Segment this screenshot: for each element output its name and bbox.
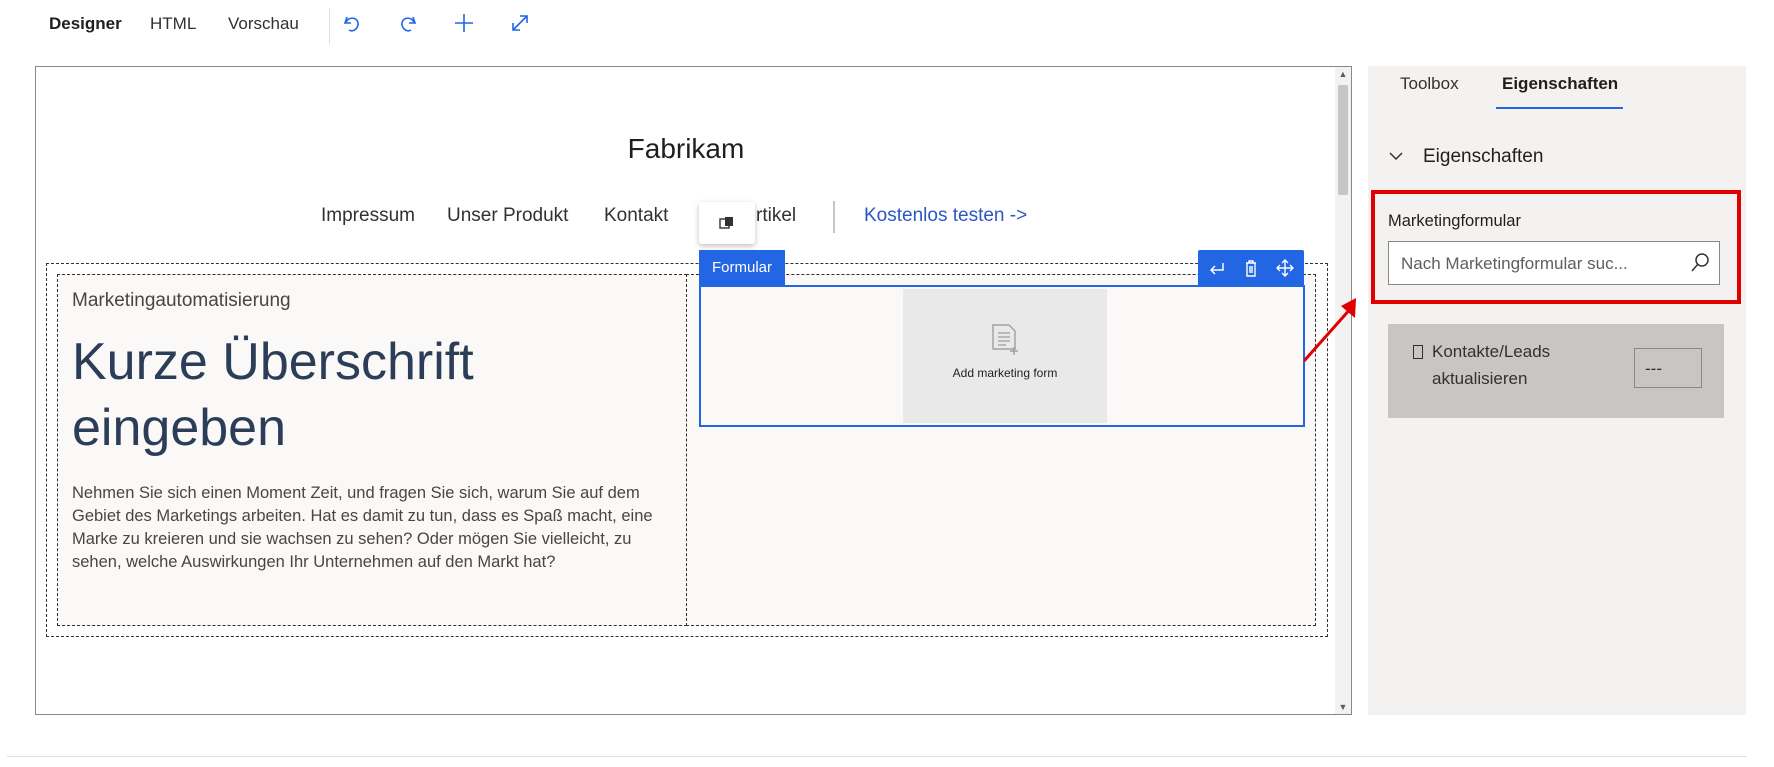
tab-html[interactable]: HTML (150, 14, 196, 34)
active-tab-indicator (1496, 107, 1623, 109)
eyebrow-text[interactable]: Marketingautomatisierung (72, 290, 291, 312)
tab-eigenschaften[interactable]: Eigenschaften (1502, 74, 1618, 94)
marketing-form-block[interactable]: Add marketing form (699, 285, 1305, 427)
chevron-down-icon[interactable] (1388, 150, 1404, 162)
form-placeholder[interactable]: Add marketing form (903, 289, 1107, 423)
update-checkbox[interactable] (1413, 345, 1423, 359)
designer-toolbar: Designer HTML Vorschau (0, 0, 1774, 50)
section-title-eigenschaften[interactable]: Eigenschaften (1423, 146, 1543, 168)
nav-divider (833, 201, 835, 233)
expand-icon[interactable] (505, 8, 535, 38)
element-toolbar-button[interactable] (699, 202, 755, 244)
select-parent-icon[interactable] (1206, 258, 1228, 278)
redo-icon[interactable] (393, 8, 423, 38)
update-contacts-leads-label: Kontakte/Leads aktualisieren (1432, 338, 1550, 392)
tab-designer[interactable]: Designer (49, 14, 122, 34)
headline-text[interactable]: Kurze Überschrift eingeben (72, 329, 662, 461)
nav-item-unser-produkt[interactable]: Unser Produkt (447, 205, 568, 227)
bottom-divider (7, 756, 1747, 757)
form-document-icon (992, 324, 1018, 355)
tab-vorschau[interactable]: Vorschau (228, 14, 299, 34)
annotation-highlight-box (1371, 190, 1741, 304)
design-canvas[interactable]: Fabrikam Impressum Unser Produkt Kontakt… (35, 66, 1352, 715)
update-label-line2: aktualisieren (1432, 369, 1528, 388)
scroll-down-arrow-icon[interactable]: ▼ (1335, 700, 1351, 714)
add-marketing-form-text: Add marketing form (952, 366, 1058, 380)
undo-icon[interactable] (337, 8, 367, 38)
add-icon[interactable] (449, 8, 479, 38)
form-element-actions (1198, 250, 1304, 286)
form-element-label: Formular (699, 250, 785, 286)
nav-item-impressum[interactable]: Impressum (321, 205, 415, 227)
update-contacts-leads-setting: Kontakte/Leads aktualisieren --- (1388, 324, 1724, 418)
body-text[interactable]: Nehmen Sie sich einen Moment Zeit, und f… (72, 482, 677, 574)
annotation-arrow (1302, 298, 1356, 362)
page-brand-title[interactable]: Fabrikam (36, 133, 1336, 165)
update-label-line1: Kontakte/Leads (1432, 342, 1551, 361)
scroll-thumb[interactable] (1338, 85, 1348, 195)
canvas-scrollbar[interactable]: ▲ ▼ (1335, 67, 1351, 714)
toolbar-divider (329, 8, 330, 44)
properties-panel: Toolbox Eigenschaften Eigenschaften Mark… (1368, 66, 1746, 715)
tab-toolbox[interactable]: Toolbox (1400, 74, 1459, 94)
nav-item-kontakt[interactable]: Kontakt (604, 205, 668, 227)
nav-cta-link[interactable]: Kostenlos testen -> (864, 205, 1027, 227)
copy-icon (719, 217, 733, 229)
delete-icon[interactable] (1240, 258, 1262, 278)
scroll-up-arrow-icon[interactable]: ▲ (1335, 67, 1351, 81)
nav-item-artikel[interactable]: rtikel (756, 205, 796, 227)
update-value-field[interactable]: --- (1634, 348, 1702, 388)
move-icon[interactable] (1274, 258, 1296, 278)
